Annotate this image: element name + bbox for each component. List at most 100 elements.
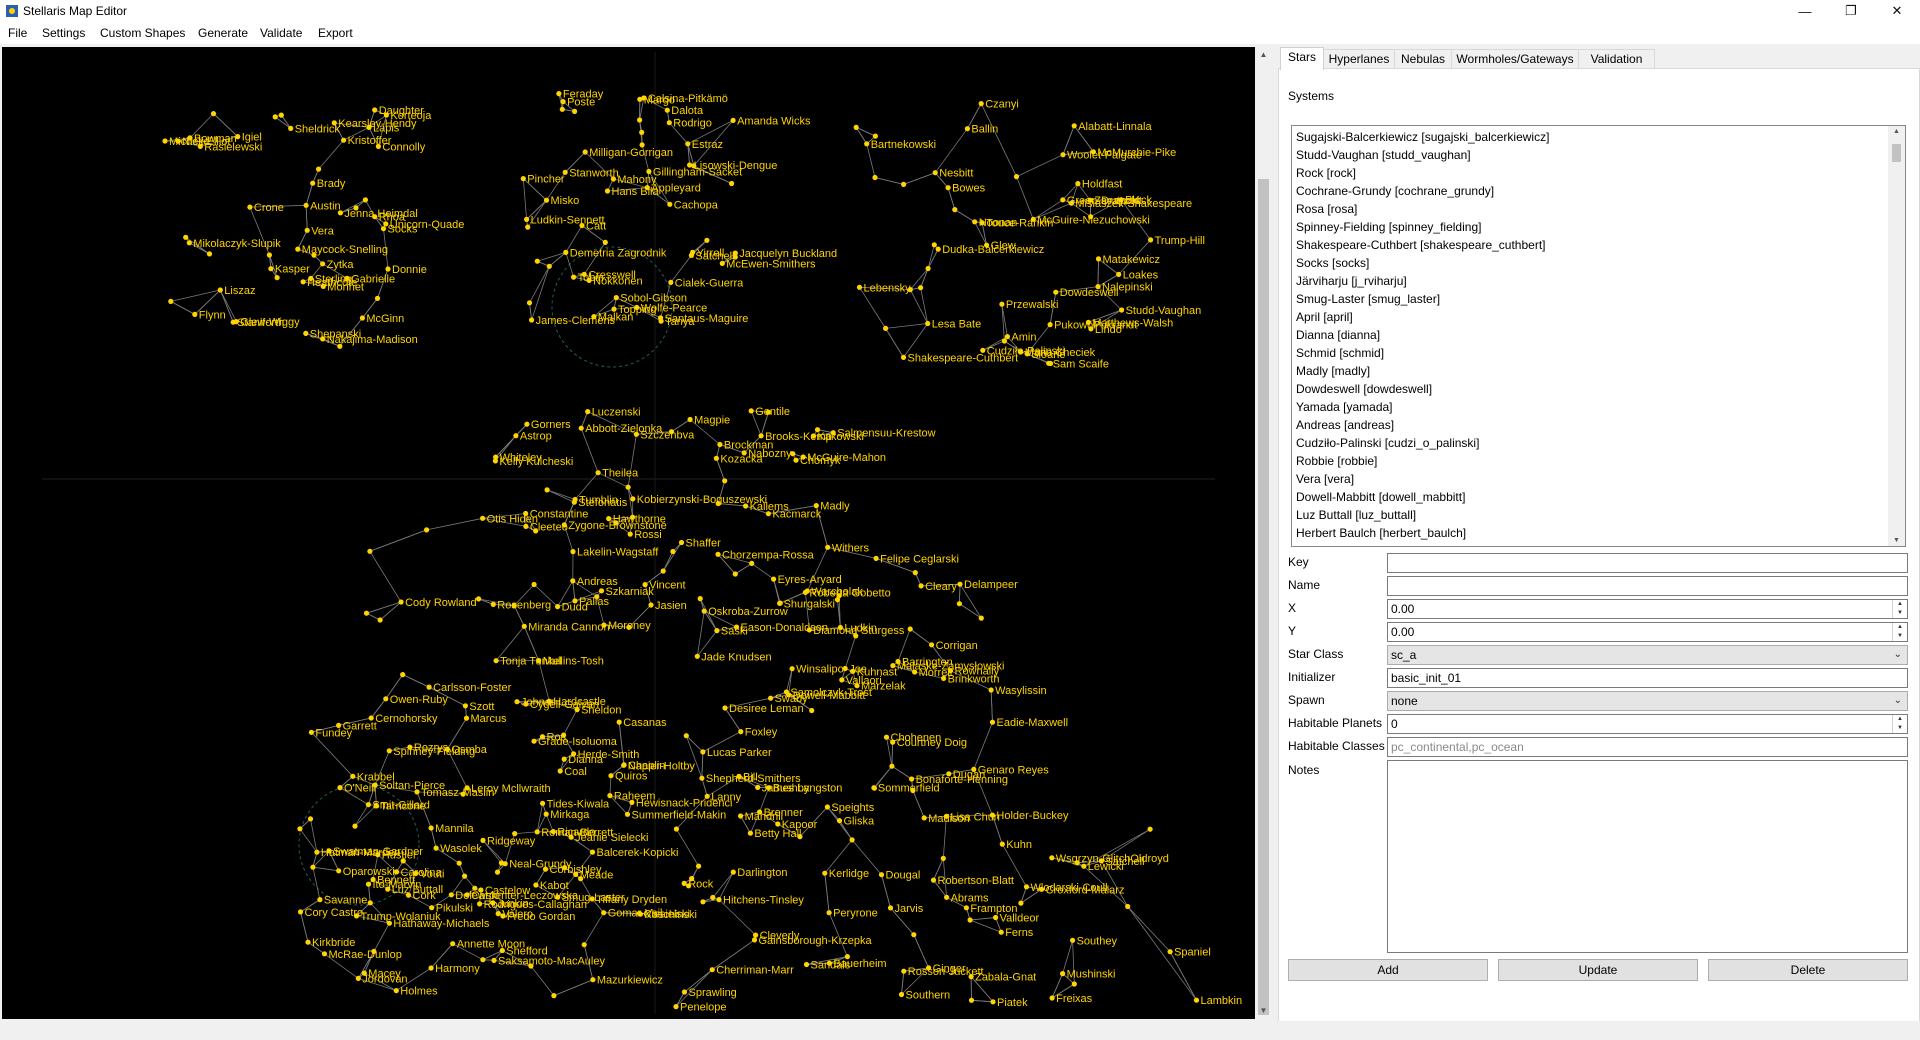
systems-list-scrollbar[interactable]: ▲ ▼ [1888, 126, 1905, 546]
list-scroll-up-icon[interactable]: ▲ [1888, 128, 1905, 135]
habitable-classes-field[interactable]: pc_continental,pc_ocean [1387, 737, 1908, 757]
hyperlane[interactable] [369, 551, 402, 603]
star-node[interactable] [673, 1004, 679, 1010]
star-node[interactable] [607, 793, 613, 799]
star-node[interactable] [864, 141, 870, 147]
hyperlane[interactable] [970, 917, 996, 921]
star-node[interactable] [175, 138, 181, 144]
star-node[interactable] [456, 860, 462, 866]
hyperlane[interactable] [701, 751, 704, 779]
star-node[interactable] [544, 487, 550, 493]
star-node[interactable] [428, 825, 434, 831]
star-node[interactable] [822, 870, 828, 876]
star-node[interactable] [944, 894, 950, 900]
star-node[interactable] [297, 909, 304, 915]
hyperlane[interactable] [662, 551, 674, 572]
star-node[interactable] [1118, 197, 1124, 203]
star-node[interactable] [168, 298, 174, 304]
star-node[interactable] [935, 246, 941, 252]
system-list-item[interactable]: Schmid [schmid] [1292, 344, 1888, 362]
star-node[interactable] [993, 914, 999, 921]
star-node[interactable] [562, 169, 568, 175]
star-node[interactable] [448, 892, 454, 898]
star-node[interactable] [480, 957, 486, 963]
star-node[interactable] [551, 993, 557, 999]
star-node[interactable] [529, 317, 535, 323]
systems-list[interactable]: Sugajski-Balcerkiewicz [sugajski_balcerk… [1291, 125, 1906, 547]
star-node[interactable] [591, 314, 597, 320]
hyperlane[interactable] [514, 831, 538, 834]
star-node[interactable] [1119, 307, 1125, 313]
star-node[interactable] [462, 873, 468, 879]
star-node[interactable] [573, 871, 579, 878]
systems-list-scroll-thumb[interactable] [1892, 144, 1901, 162]
star-node[interactable] [602, 239, 608, 245]
star-node[interactable] [747, 830, 754, 836]
star-node[interactable] [809, 707, 815, 714]
star-node[interactable] [393, 988, 399, 994]
star-node[interactable] [813, 503, 819, 509]
system-list-item[interactable]: Cudziło-Palinski [cudzi_o_palinski] [1292, 434, 1888, 452]
star-node[interactable] [337, 343, 343, 349]
star-node[interactable] [898, 991, 905, 998]
galaxy-map-canvas[interactable]: Brady Tanya Dowdeswell Dudd Napier-Holtby Cor… [2, 47, 1255, 1019]
star-node[interactable] [844, 954, 851, 960]
hyperlane[interactable] [609, 775, 612, 796]
hyperlane[interactable] [312, 866, 339, 872]
star-node[interactable] [700, 899, 706, 905]
star-node[interactable] [901, 181, 907, 187]
star-node[interactable] [1148, 237, 1154, 243]
hyperlane[interactable] [546, 489, 575, 503]
star-node[interactable] [850, 668, 856, 674]
star-node[interactable] [608, 773, 614, 779]
hyperlane[interactable] [909, 289, 929, 324]
star-node[interactable] [1047, 322, 1053, 328]
star-node[interactable] [664, 107, 670, 113]
star-node[interactable] [883, 734, 890, 740]
menu-export[interactable]: Export [318, 26, 353, 40]
star-node[interactable] [1090, 149, 1096, 155]
star-node[interactable] [531, 738, 537, 744]
star-node[interactable] [918, 583, 924, 589]
star-node[interactable] [528, 963, 534, 969]
hyperlane[interactable] [402, 674, 430, 688]
star-node[interactable] [278, 112, 284, 118]
star-node[interactable] [581, 942, 587, 948]
star-node[interactable] [929, 642, 935, 648]
star-node[interactable] [786, 692, 792, 698]
star-node[interactable] [523, 523, 529, 529]
star-node[interactable] [297, 826, 303, 832]
star-node[interactable] [930, 877, 937, 883]
spin-up-icon[interactable]: ▲ [1893, 623, 1907, 632]
star-node[interactable] [1060, 152, 1066, 158]
minimize-button[interactable]: — [1782, 0, 1828, 22]
star-node[interactable] [303, 202, 309, 208]
hyperlane[interactable] [686, 735, 704, 753]
menu-generate[interactable]: Generate [198, 26, 248, 40]
star-node[interactable] [637, 117, 643, 123]
menu-settings[interactable]: Settings [42, 26, 85, 40]
update-button[interactable]: Update [1498, 959, 1698, 981]
star-node[interactable] [839, 677, 845, 683]
star-node[interactable] [639, 129, 645, 135]
hyperlane[interactable] [170, 301, 195, 315]
star-node[interactable] [235, 134, 241, 140]
star-node[interactable] [572, 598, 578, 604]
star-node[interactable] [918, 285, 924, 291]
star-node[interactable] [526, 300, 533, 306]
star-node[interactable] [890, 663, 896, 669]
hyperlane[interactable] [305, 205, 308, 231]
star-node[interactable] [524, 216, 530, 222]
star-node[interactable] [433, 845, 439, 851]
star-node[interactable] [359, 315, 365, 321]
map-scroll-thumb[interactable] [1258, 179, 1269, 1015]
system-list-item[interactable]: Sugajski-Balcerkiewicz [sugajski_balcerk… [1292, 128, 1888, 146]
star-node[interactable] [753, 932, 759, 938]
star-node[interactable] [790, 451, 796, 457]
star-node[interactable] [268, 266, 274, 272]
star-node[interactable] [667, 201, 673, 207]
star-node[interactable] [341, 137, 347, 143]
star-node[interactable] [462, 703, 468, 709]
star-node[interactable] [1095, 256, 1102, 262]
system-list-item[interactable]: Dianna [dianna] [1292, 326, 1888, 344]
